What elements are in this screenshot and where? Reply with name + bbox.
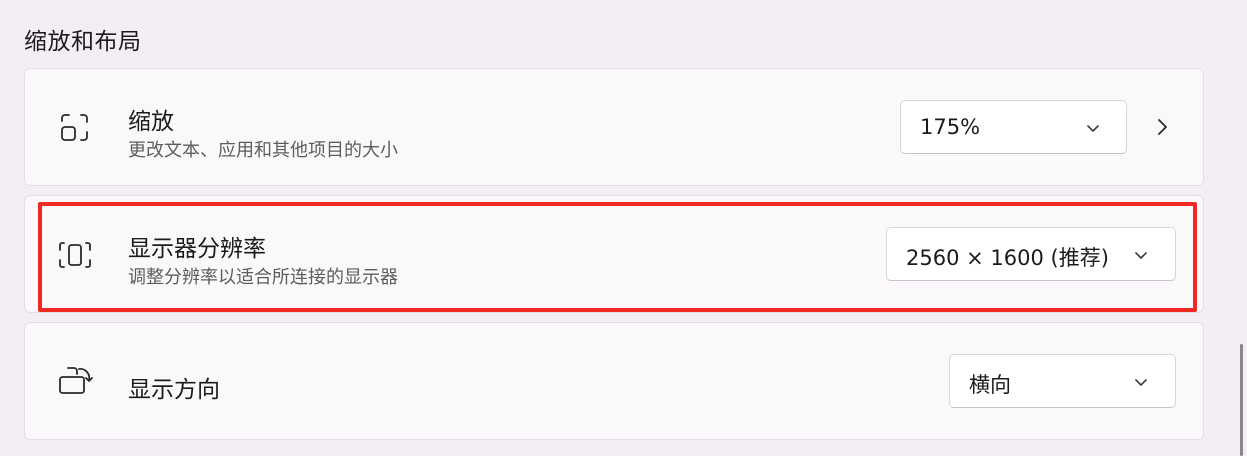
zoom-title: 缩放 — [128, 109, 174, 135]
scrollbar[interactable] — [1240, 344, 1243, 456]
zoom-dropdown[interactable]: 175% — [900, 100, 1127, 154]
resolution-frame-icon — [57, 237, 93, 273]
zoom-frame-icon — [57, 110, 93, 146]
zoom-description: 更改文本、应用和其他项目的大小 — [128, 140, 398, 161]
chevron-right-icon[interactable] — [1152, 117, 1172, 137]
orientation-title: 显示方向 — [128, 377, 220, 403]
section-title: 缩放和布局 — [24, 29, 142, 55]
rotate-display-icon — [57, 364, 93, 400]
orientation-card[interactable]: 显示方向 横向 — [24, 322, 1204, 440]
resolution-title: 显示器分辨率 — [128, 236, 266, 262]
orientation-dropdown[interactable]: 横向 — [949, 354, 1176, 408]
chevron-down-icon — [1133, 247, 1149, 263]
resolution-card[interactable]: 显示器分辨率 调整分辨率以适合所连接的显示器 2560 × 1600 (推荐) — [24, 195, 1204, 313]
orientation-dropdown-value: 横向 — [969, 373, 1011, 397]
zoom-card[interactable]: 缩放 更改文本、应用和其他项目的大小 175% — [24, 68, 1204, 186]
chevron-down-icon — [1133, 374, 1149, 390]
resolution-description: 调整分辨率以适合所连接的显示器 — [128, 267, 398, 288]
resolution-dropdown[interactable]: 2560 × 1600 (推荐) — [886, 227, 1176, 281]
zoom-dropdown-value: 175% — [920, 115, 981, 139]
resolution-dropdown-value: 2560 × 1600 (推荐) — [906, 246, 1109, 270]
chevron-down-icon — [1085, 120, 1101, 136]
